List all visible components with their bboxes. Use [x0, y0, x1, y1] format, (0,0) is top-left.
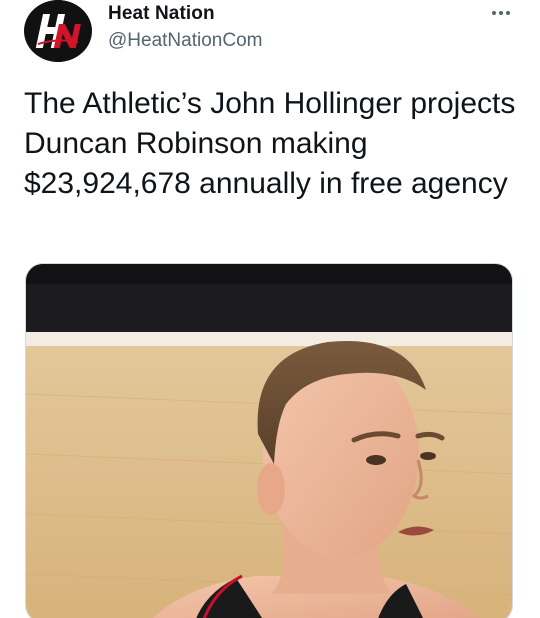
- display-name[interactable]: Heat Nation: [108, 3, 215, 25]
- avatar[interactable]: [24, 0, 92, 62]
- tweet-card: Heat Nation @HeatNationCom The Athletic’…: [0, 0, 540, 618]
- handle[interactable]: @HeatNationCom: [108, 30, 262, 52]
- tweet-text: The Athletic’s John Hollinger projects D…: [24, 87, 516, 200]
- heat-nation-logo: [27, 0, 89, 62]
- tweet-photo[interactable]: [25, 263, 513, 618]
- more-horizontal-icon: [506, 11, 510, 15]
- more-horizontal-icon: [492, 11, 496, 15]
- player-photo: [26, 264, 512, 618]
- more-horizontal-icon: [499, 11, 503, 15]
- more-options-button[interactable]: [484, 2, 518, 24]
